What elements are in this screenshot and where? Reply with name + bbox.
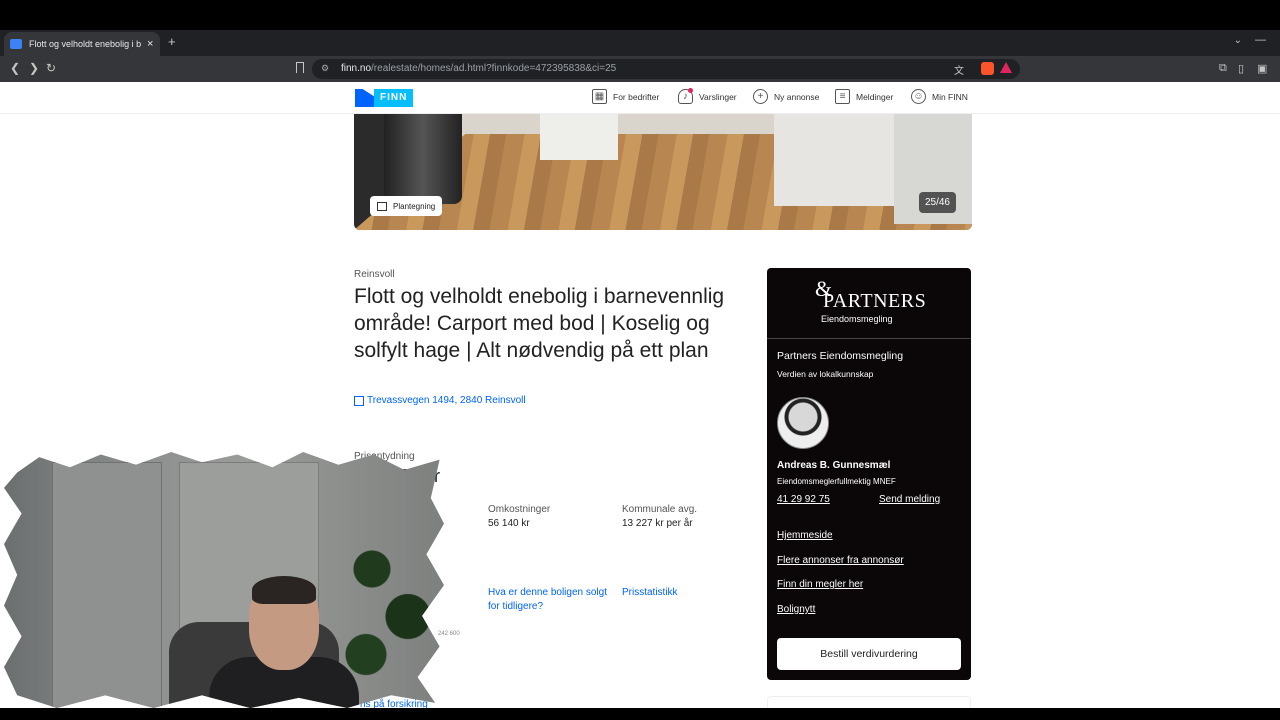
chat-icon: ≡ — [835, 89, 850, 104]
browser-tab[interactable]: Flott og velholdt enebolig i barn × — [4, 32, 160, 56]
wallet-icon[interactable]: ▣ — [1257, 62, 1267, 75]
brave-rewards-icon[interactable] — [1000, 62, 1012, 73]
sold-before-link[interactable]: Hva er denne boligen solgt for tidligere… — [488, 586, 612, 614]
finn-page: FINN ▦ For bedrifter ♪ Varslinger + Ny a… — [0, 82, 1280, 708]
webcam-overlay — [4, 452, 444, 708]
favicon-icon — [10, 39, 22, 49]
url-text: finn.no/realestate/homes/ad.html?finnkod… — [341, 63, 617, 74]
partners-logo[interactable]: & PARTNERS Eiendomsmegling — [767, 268, 971, 339]
brave-shields-icon[interactable] — [981, 62, 994, 75]
agent-avatar — [777, 397, 829, 449]
finn-logo-word: FINN — [374, 89, 414, 107]
floorplan-button[interactable]: Plantegning — [370, 196, 443, 216]
more-ads-link[interactable]: Flere annonser fra annonsør — [777, 555, 904, 566]
nav-business-label: For bedrifter — [613, 91, 660, 102]
agent-card: & PARTNERS Eiendomsmegling Partners Eien… — [767, 268, 971, 680]
agent-role: Eiendomsmeglerfullmektig MNEF — [777, 477, 896, 486]
price-stats-link[interactable]: Prisstatistikk — [622, 586, 678, 600]
address-bar[interactable]: ⚙ finn.no/realestate/homes/ad.html?finnk… — [312, 59, 1020, 79]
back-icon[interactable]: ❮ — [10, 61, 20, 75]
browser-toolbar: ❮ ❯ ↻ ⚙ finn.no/realestate/homes/ad.html… — [0, 56, 1280, 82]
finn-logo[interactable]: FINN — [355, 89, 414, 107]
costs-value: 56 140 kr — [488, 518, 530, 529]
locality: Reinsvoll — [354, 269, 395, 280]
costs-label: Omkostninger — [488, 504, 551, 515]
nav-business[interactable]: ▦ For bedrifter — [592, 89, 659, 104]
homepage-link[interactable]: Hjemmeside — [777, 530, 833, 541]
map-icon — [354, 395, 364, 406]
tab-search-icon[interactable]: ⌄ — [1234, 35, 1242, 46]
send-message-link[interactable]: Send melding — [879, 494, 940, 505]
municipal-fees: Kommunale avg. 13 227 kr per år — [622, 504, 697, 529]
agent-tagline: Verdien av lokalkunnskap — [777, 369, 874, 379]
screen-bottom-bar — [0, 708, 1280, 720]
nav-my-finn-label: Min FINN — [932, 91, 968, 102]
nav-messages[interactable]: ≡ Meldinger — [835, 89, 893, 104]
tab-close-icon[interactable]: × — [147, 38, 153, 50]
nav-alerts-label: Varslinger — [699, 91, 737, 102]
bolignytt-link[interactable]: Bolignytt — [777, 604, 815, 615]
minimize-icon[interactable]: — — [1255, 34, 1266, 46]
screen-top-bar — [0, 0, 1280, 30]
bell-icon: ♪ — [678, 88, 699, 104]
site-info-icon[interactable]: ⚙ — [321, 63, 329, 74]
tab-title: Flott og velholdt enebolig i barn — [29, 39, 141, 49]
finn-logo-mark — [355, 89, 374, 107]
order-valuation-button[interactable]: Bestill verdivurdering — [777, 638, 961, 670]
nav-new-ad[interactable]: + Ny annonse — [753, 89, 819, 104]
translate-icon[interactable]: 文 — [954, 62, 964, 77]
forward-icon[interactable]: ❯ — [29, 61, 39, 75]
reload-icon[interactable]: ↻ — [46, 61, 56, 75]
user-icon: ☺ — [911, 89, 926, 104]
municipal-value: 13 227 kr per år — [622, 518, 693, 529]
nav-alerts[interactable]: ♪ Varslinger — [678, 88, 737, 104]
floorplan-label: Plantegning — [393, 201, 436, 211]
listing-photo[interactable]: Plantegning 25/46 — [354, 114, 972, 230]
floorplan-icon — [377, 201, 387, 211]
nav-messages-label: Meldinger — [856, 91, 894, 102]
address-link[interactable]: Trevassvegen 1494, 2840 Reinsvoll — [354, 395, 526, 406]
extensions-icon[interactable]: ⧉ — [1219, 62, 1227, 75]
nav-new-ad-label: Ny annonse — [774, 91, 820, 102]
listing-title: Flott og velholdt enebolig i barnevennli… — [354, 285, 725, 362]
sidebar-icon[interactable]: ▯ — [1238, 62, 1244, 75]
agent-company: Partners Eiendomsmegling — [777, 350, 904, 362]
next-card — [767, 696, 971, 708]
new-tab-icon[interactable]: + — [168, 34, 176, 49]
agent-name: Andreas B. Gunnesmæl — [777, 460, 891, 471]
bookmark-icon[interactable] — [296, 62, 304, 73]
nav-my-finn[interactable]: ☺ Min FINN — [911, 89, 968, 104]
find-broker-link[interactable]: Finn din megler her — [777, 579, 863, 590]
building-icon: ▦ — [592, 89, 607, 104]
municipal-label: Kommunale avg. — [622, 504, 698, 515]
image-counter: 25/46 — [918, 192, 956, 213]
chart-small-label: 242 600 — [438, 631, 460, 637]
address-text: Trevassvegen 1494, 2840 Reinsvoll — [367, 395, 526, 406]
plus-circle-icon: + — [753, 89, 768, 104]
agent-phone-link[interactable]: 41 29 92 75 — [777, 494, 830, 505]
site-header: FINN ▦ For bedrifter ♪ Varslinger + Ny a… — [0, 82, 1280, 114]
costs: Omkostninger 56 140 kr — [488, 504, 550, 529]
browser-tab-bar: Flott og velholdt enebolig i barn × + ⌄ … — [0, 30, 1280, 56]
